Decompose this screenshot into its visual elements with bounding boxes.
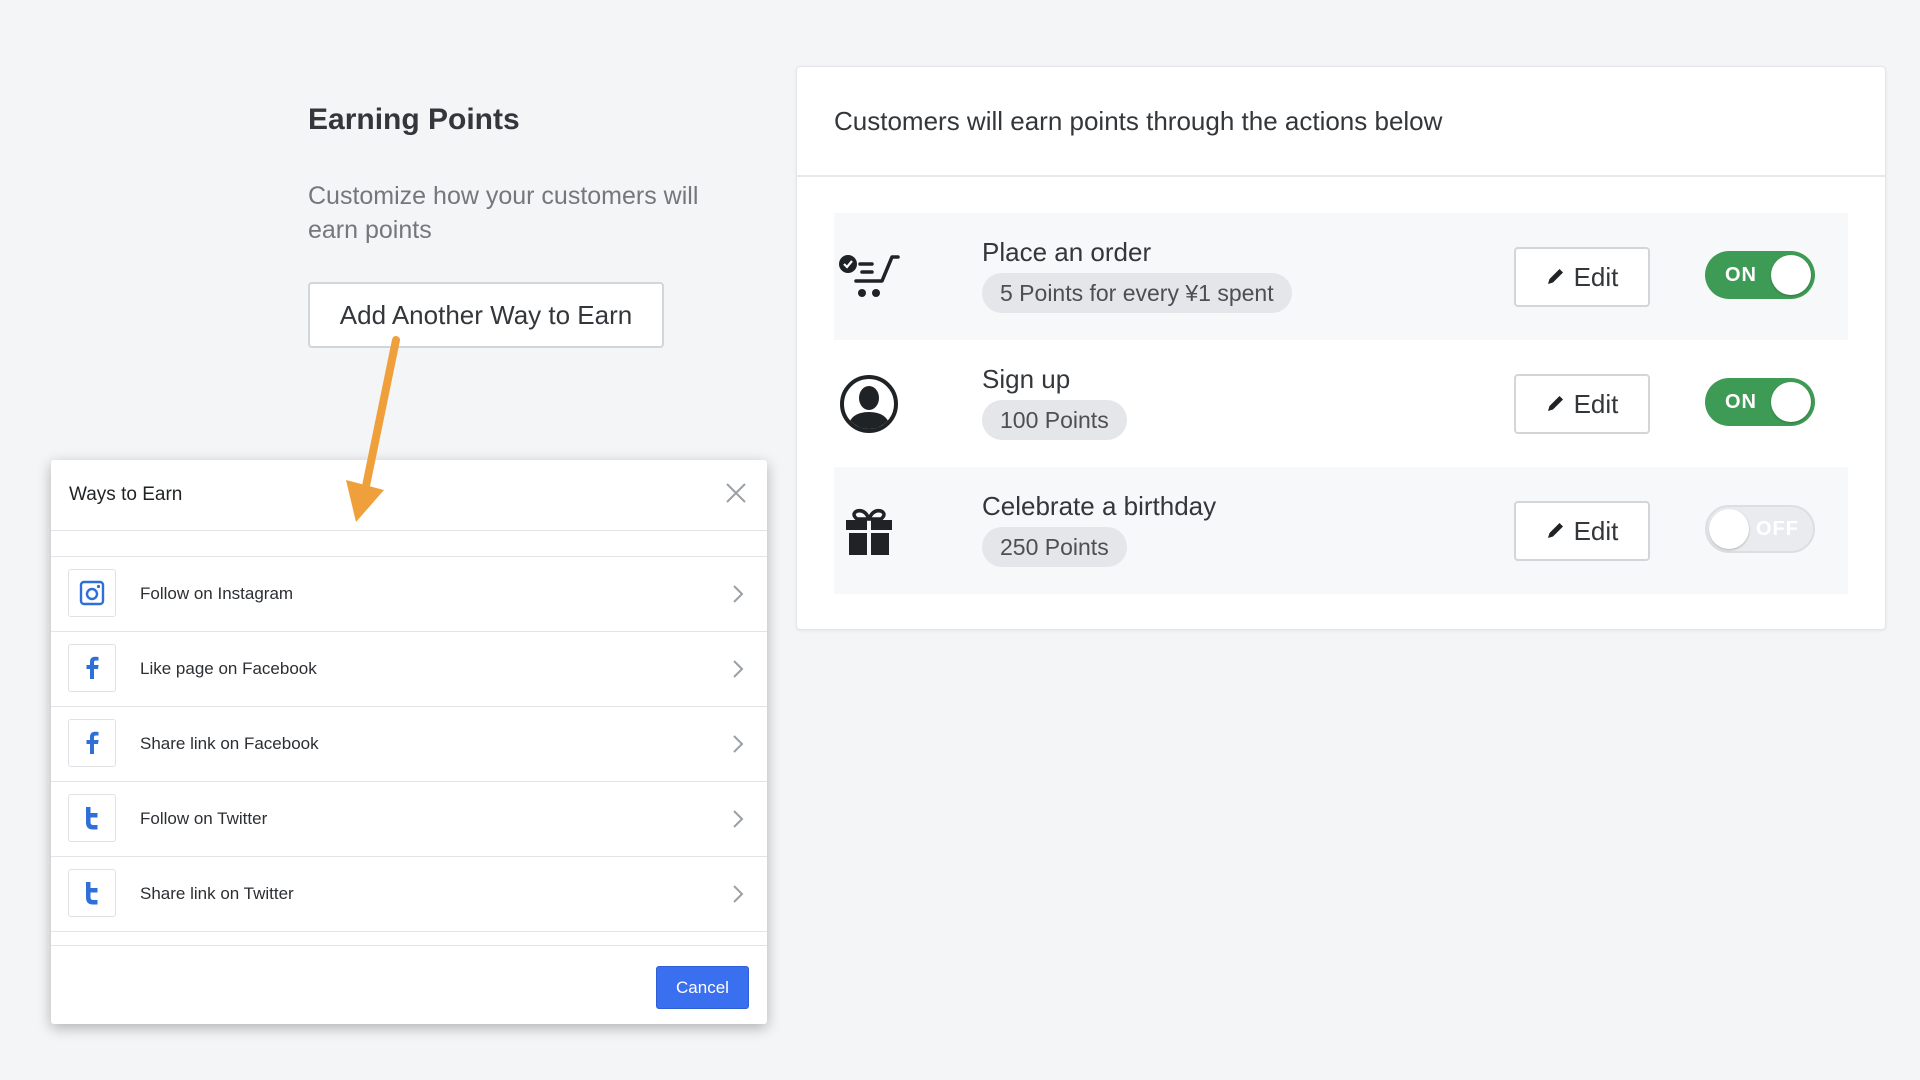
item-label: Follow on Twitter [140,809,268,828]
pencil-icon [1546,262,1566,293]
modal-header: Ways to Earn [51,460,767,531]
twitter-icon [68,794,116,842]
ways-to-earn-modal: Ways to Earn Follow on Instagram Like pa… [51,460,767,1024]
points-badge: 250 Points [982,527,1127,567]
chevron-right-icon [731,883,745,905]
item-label: Share link on Facebook [140,734,319,753]
list-item-follow-instagram[interactable]: Follow on Instagram [51,557,767,632]
item-label: Like page on Facebook [140,659,317,678]
toggle-knob [1771,382,1811,422]
toggle-knob [1709,509,1749,549]
ways-list: Follow on Instagram Like page on Faceboo… [51,556,767,932]
chevron-right-icon [731,658,745,680]
points-badge: 5 Points for every ¥1 spent [982,273,1292,313]
facebook-icon [68,644,116,692]
modal-footer: Cancel [51,945,767,1024]
rule-text: Place an order 5 Points for every ¥1 spe… [982,237,1292,313]
facebook-icon [68,719,116,767]
rule-sign-up: Sign up 100 Points Edit ON [834,340,1848,467]
instagram-icon [68,569,116,617]
cart-icon [834,242,904,312]
rule-title: Sign up [982,364,1071,394]
pencil-icon [1546,389,1566,420]
gift-icon [834,496,904,566]
rule-place-order: Place an order 5 Points for every ¥1 spe… [834,213,1848,340]
modal-title: Ways to Earn [69,484,183,505]
rule-title: Place an order [982,237,1152,267]
list-item-share-facebook[interactable]: Share link on Facebook [51,707,767,782]
add-way-to-earn-button[interactable]: Add Another Way to Earn [308,282,664,348]
rule-toggle[interactable]: OFF [1705,505,1815,553]
chevron-right-icon [731,583,745,605]
edit-button[interactable]: Edit [1514,374,1650,434]
rule-toggle[interactable]: ON [1705,378,1815,426]
toggle-knob [1771,255,1811,295]
rule-toggle[interactable]: ON [1705,251,1815,299]
close-icon[interactable] [723,480,749,506]
edit-button[interactable]: Edit [1514,501,1650,561]
chevron-right-icon [731,808,745,830]
edit-label: Edit [1573,388,1619,419]
chevron-right-icon [731,733,745,755]
edit-label: Edit [1573,515,1619,546]
rule-birthday: Celebrate a birthday 250 Points Edit OFF [834,467,1848,594]
card-header: Customers will earn points through the a… [797,67,1885,177]
list-item-share-twitter[interactable]: Share link on Twitter [51,857,767,932]
edit-label: Edit [1573,261,1619,292]
rule-text: Sign up 100 Points [982,364,1127,440]
edit-button[interactable]: Edit [1514,247,1650,307]
toggle-label: ON [1725,391,1757,413]
user-icon [834,369,904,439]
points-badge: 100 Points [982,400,1127,440]
section-title: Earning Points [308,103,520,136]
pencil-icon [1546,516,1566,547]
item-label: Share link on Twitter [140,884,294,903]
section-description: Customize how your customers will earn p… [308,182,699,244]
rule-text: Celebrate a birthday 250 Points [982,491,1216,567]
earning-rules-card: Customers will earn points through the a… [796,66,1886,630]
twitter-icon [68,869,116,917]
item-label: Follow on Instagram [140,584,294,603]
cancel-button[interactable]: Cancel [656,966,749,1009]
list-item-follow-twitter[interactable]: Follow on Twitter [51,782,767,857]
earning-points-section: Earning Points Customize how your custom… [308,100,748,247]
toggle-label: OFF [1756,518,1799,540]
list-item-like-facebook[interactable]: Like page on Facebook [51,632,767,707]
toggle-label: ON [1725,264,1757,286]
rule-title: Celebrate a birthday [982,491,1217,521]
